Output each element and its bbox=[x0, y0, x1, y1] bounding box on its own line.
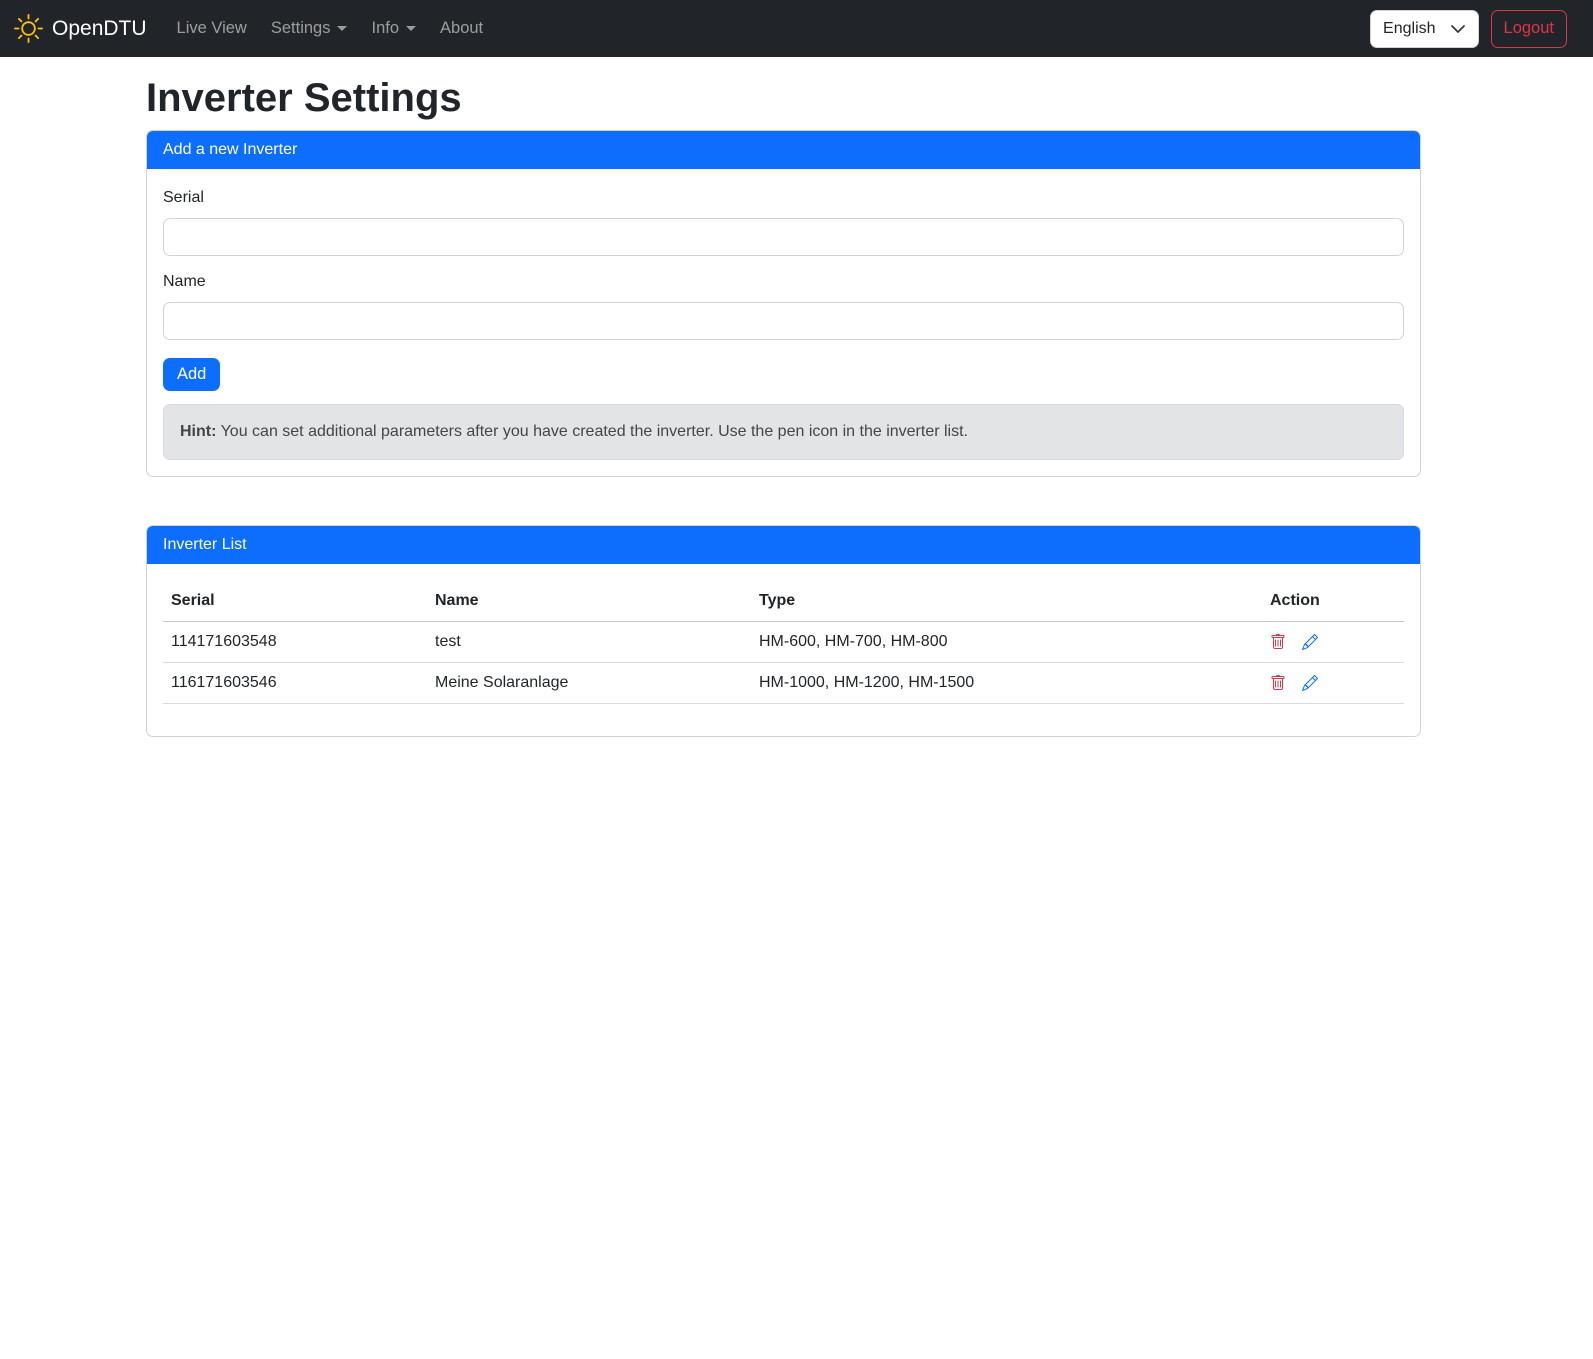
logout-button[interactable]: Logout bbox=[1491, 10, 1567, 48]
add-button[interactable]: Add bbox=[163, 358, 220, 391]
nav-item-label: Live View bbox=[177, 19, 247, 38]
cell-action bbox=[1262, 622, 1404, 663]
inverter-list-card-header: Inverter List bbox=[147, 526, 1420, 564]
nav-item-about[interactable]: About bbox=[428, 11, 495, 46]
brand-title: OpenDTU bbox=[52, 17, 147, 41]
cell-name: Meine Solaranlage bbox=[427, 663, 751, 704]
serial-input[interactable] bbox=[163, 218, 1404, 256]
chevron-down-icon bbox=[1450, 21, 1466, 37]
cell-type: HM-600, HM-700, HM-800 bbox=[751, 622, 1262, 663]
pencil-icon bbox=[1302, 634, 1318, 650]
nav-item-label: About bbox=[440, 19, 483, 38]
nav-item-settings[interactable]: Settings bbox=[259, 11, 360, 46]
hint-label: Hint: bbox=[180, 423, 216, 440]
trash-icon bbox=[1270, 675, 1286, 691]
cell-name: test bbox=[427, 622, 751, 663]
sun-icon bbox=[14, 14, 43, 43]
top-navbar: OpenDTU Live View Settings Info About En… bbox=[0, 0, 1593, 57]
main-content: Inverter Settings Add a new Inverter Ser… bbox=[146, 57, 1421, 737]
inverter-list-card-body: Serial Name Type Action 114171603548 tes… bbox=[147, 564, 1420, 736]
table-header-row: Serial Name Type Action bbox=[163, 581, 1404, 622]
name-label: Name bbox=[163, 270, 1404, 294]
delete-inverter-button[interactable] bbox=[1270, 675, 1286, 691]
language-select[interactable]: English bbox=[1370, 10, 1478, 48]
table-row: 116171603546 Meine Solaranlage HM-1000, … bbox=[163, 663, 1404, 704]
delete-inverter-button[interactable] bbox=[1270, 634, 1286, 650]
hint-alert: Hint: You can set additional parameters … bbox=[163, 404, 1404, 460]
page-title: Inverter Settings bbox=[146, 77, 1421, 119]
edit-inverter-button[interactable] bbox=[1302, 675, 1318, 691]
hint-text: You can set additional parameters after … bbox=[221, 423, 968, 440]
cell-type: HM-1000, HM-1200, HM-1500 bbox=[751, 663, 1262, 704]
name-input[interactable] bbox=[163, 302, 1404, 340]
nav-item-label: Info bbox=[371, 19, 399, 38]
caret-down-icon bbox=[406, 26, 416, 31]
cell-action bbox=[1262, 663, 1404, 704]
trash-icon bbox=[1270, 634, 1286, 650]
pencil-icon bbox=[1302, 675, 1318, 691]
brand-link[interactable]: OpenDTU bbox=[14, 14, 147, 43]
add-inverter-card-body: Serial Name Add Hint: You can set additi… bbox=[147, 169, 1420, 476]
inverter-list-card: Inverter List Serial Name Type Action 11… bbox=[146, 525, 1421, 737]
column-header-type: Type bbox=[751, 581, 1262, 622]
add-inverter-card-header: Add a new Inverter bbox=[147, 131, 1420, 169]
column-header-action: Action bbox=[1262, 581, 1404, 622]
caret-down-icon bbox=[337, 26, 347, 31]
serial-label: Serial bbox=[163, 186, 1404, 210]
cell-serial: 114171603548 bbox=[163, 622, 427, 663]
add-inverter-card: Add a new Inverter Serial Name Add Hint:… bbox=[146, 130, 1421, 477]
language-select-value: English bbox=[1383, 20, 1435, 38]
navbar-right-group: English Logout bbox=[1370, 10, 1579, 48]
nav-links: Live View Settings Info About bbox=[165, 11, 496, 46]
column-header-name: Name bbox=[427, 581, 751, 622]
inverter-table: Serial Name Type Action 114171603548 tes… bbox=[163, 581, 1404, 704]
nav-item-info[interactable]: Info bbox=[359, 11, 428, 46]
nav-item-label: Settings bbox=[271, 19, 331, 38]
column-header-serial: Serial bbox=[163, 581, 427, 622]
nav-item-live-view[interactable]: Live View bbox=[165, 11, 259, 46]
edit-inverter-button[interactable] bbox=[1302, 634, 1318, 650]
cell-serial: 116171603546 bbox=[163, 663, 427, 704]
table-row: 114171603548 test HM-600, HM-700, HM-800 bbox=[163, 622, 1404, 663]
